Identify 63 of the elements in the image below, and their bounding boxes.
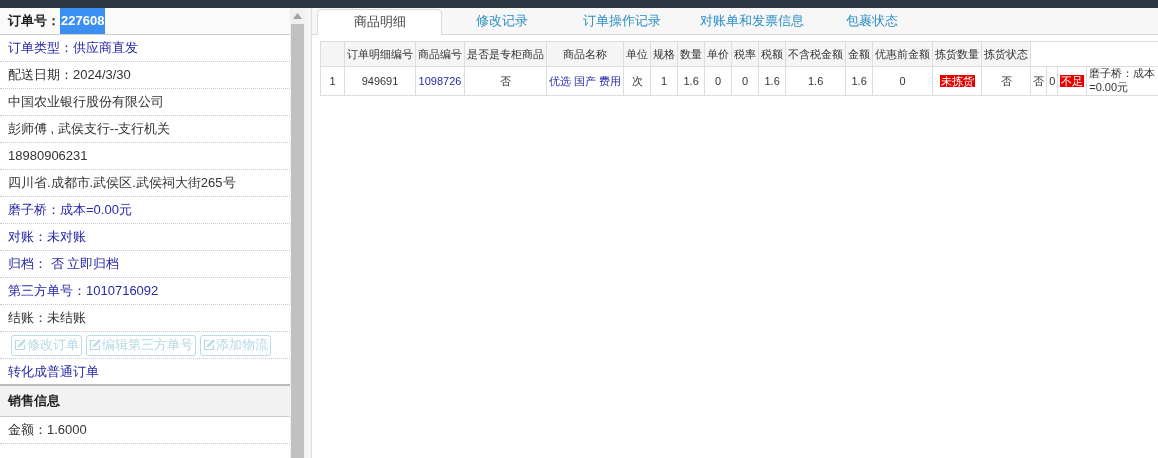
convert-link[interactable]: 转化成普通订单 bbox=[8, 361, 99, 382]
column-header: 税率 bbox=[731, 41, 759, 67]
row-number: 1 bbox=[320, 66, 345, 95]
status-badge: 不足 bbox=[1060, 74, 1085, 87]
scroll-up-icon[interactable] bbox=[293, 13, 302, 19]
scrollbar-thumb[interactable] bbox=[291, 24, 304, 458]
table-cell: 1.6 bbox=[845, 66, 873, 95]
table-cell: 0 bbox=[872, 66, 933, 95]
table-cell: 0 bbox=[731, 66, 759, 95]
order-number-label: 订单号： bbox=[8, 12, 60, 31]
panel-splitter[interactable] bbox=[305, 8, 312, 458]
table-cell: 磨子桥：成本=0.00元 bbox=[1086, 66, 1158, 95]
table-link[interactable]: 1098726 bbox=[415, 66, 465, 95]
tab[interactable]: 商品明细 bbox=[317, 9, 442, 35]
column-header: 单位 bbox=[623, 41, 651, 67]
table-cell: 否 bbox=[1030, 66, 1047, 95]
tab[interactable]: 订单操作记录 bbox=[562, 8, 682, 34]
column-header: 规格 bbox=[650, 41, 678, 67]
table-cell: 1 bbox=[650, 66, 678, 95]
status-badge: 未拣货 bbox=[939, 74, 975, 87]
edit-icon bbox=[89, 339, 101, 351]
column-header: 税额 bbox=[758, 41, 786, 67]
info-link[interactable]: 磨子桥：成本=0.00元 bbox=[8, 200, 132, 220]
column-header: 优惠前金额 bbox=[872, 41, 933, 67]
table-cell: 1.6 bbox=[758, 66, 786, 95]
edit-icon bbox=[203, 339, 215, 351]
column-header: 数量 bbox=[677, 41, 705, 67]
table-cell: 次 bbox=[623, 66, 651, 95]
column-header: 订单明细编号 bbox=[344, 41, 416, 67]
info-text: 18980906231 bbox=[8, 147, 88, 166]
column-header: 商品编号 bbox=[415, 41, 465, 67]
tab[interactable]: 修改记录 bbox=[442, 8, 562, 34]
section-title: 销售信息 bbox=[8, 392, 60, 411]
column-header: 拣货数量 bbox=[932, 41, 982, 67]
info-text: 配送日期：2024/3/30 bbox=[8, 66, 131, 85]
info-link[interactable]: 订单类型：供应商直发 bbox=[8, 38, 138, 58]
scrollbar[interactable] bbox=[290, 8, 305, 458]
column-header: 商品名称 bbox=[546, 41, 624, 67]
tab[interactable]: 包裹状态 bbox=[822, 8, 922, 34]
info-text: 四川省.成都市.武侯区.武侯祠大街265号 bbox=[8, 174, 236, 193]
info-text: 彭师傅 , 武侯支行--支行机关 bbox=[8, 120, 171, 139]
column-header: 拣货状态 bbox=[981, 41, 1031, 67]
table-cell: 1.6 bbox=[785, 66, 846, 95]
table-cell: 否 bbox=[464, 66, 547, 95]
column-header: 单价 bbox=[704, 41, 732, 67]
info-text: 结账：未结账 bbox=[8, 309, 86, 328]
info-link[interactable]: 第三方单号：1010716092 bbox=[8, 281, 159, 301]
table-cell: 1.6 bbox=[677, 66, 705, 95]
edit-icon bbox=[14, 339, 26, 351]
table-link[interactable]: 优选 国产 费用 bbox=[546, 66, 624, 95]
table-cell: 0 bbox=[704, 66, 732, 95]
tab[interactable]: 对账单和发票信息 bbox=[682, 8, 822, 34]
table-cell: 0 bbox=[1046, 66, 1058, 95]
info-text: 中国农业银行股份有限公司 bbox=[8, 93, 164, 112]
order-number-value: 227608 bbox=[60, 8, 106, 34]
column-header: 金额 bbox=[845, 41, 873, 67]
column-header: 不含税金额 bbox=[785, 41, 846, 67]
info-link[interactable]: 对账：未对账 bbox=[8, 227, 86, 247]
column-header: 是否是专柜商品 bbox=[464, 41, 547, 67]
table-cell: 否 bbox=[981, 66, 1031, 95]
info-link[interactable]: 归档： 否 立即归档 bbox=[8, 254, 120, 274]
table-cell: 949691 bbox=[344, 66, 416, 95]
info-text: 金额：1.6000 bbox=[8, 421, 87, 440]
